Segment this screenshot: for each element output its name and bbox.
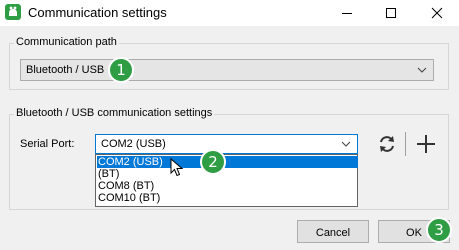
close-button[interactable] [415,0,459,26]
bt-usb-settings-label: Bluetooth / USB communication settings [14,107,215,119]
dropdown-option-com2-usb[interactable]: COM2 (USB) [97,156,358,168]
close-icon [431,7,443,19]
window-title: Communication settings [28,5,167,20]
minimize-button[interactable] [325,0,369,26]
serial-port-dropdown-list: COM2 (USB) (BT) COM8 (BT) COM10 (BT) [95,154,358,207]
serial-port-label: Serial Port: [20,138,75,150]
minimize-icon [342,13,352,14]
mouse-cursor-icon [170,158,184,177]
cancel-button-label: Cancel [315,227,351,239]
dropdown-option-bt[interactable]: (BT) [97,168,358,180]
dropdown-option-com8-bt[interactable]: COM8 (BT) [97,180,358,192]
communication-settings-window: Communication settings Communication pat… [0,0,459,250]
serial-port-select[interactable]: COM2 (USB) [95,134,358,154]
maximize-icon [386,8,396,18]
app-icon [5,4,21,20]
communication-path-select[interactable]: Bluetooth / USB [20,59,434,81]
step-badge-2: 2 [200,149,226,175]
chevron-down-icon [417,67,427,73]
serial-port-value: COM2 (USB) [101,138,166,150]
communication-path-value: Bluetooth / USB [26,64,105,76]
step-badge-3: 3 [426,217,452,243]
dropdown-option-com10-bt[interactable]: COM10 (BT) [97,192,358,204]
toolbar-separator [405,132,406,156]
refresh-icon [380,136,394,152]
cancel-button[interactable]: Cancel [297,220,369,243]
refresh-button[interactable] [375,132,399,156]
title-bar: Communication settings [0,0,459,26]
communication-path-label: Communication path [14,36,119,48]
chevron-down-icon [341,141,351,147]
maximize-button[interactable] [369,0,413,26]
plus-icon [417,135,435,153]
add-port-button[interactable] [414,132,438,156]
step-badge-1: 1 [108,57,134,83]
